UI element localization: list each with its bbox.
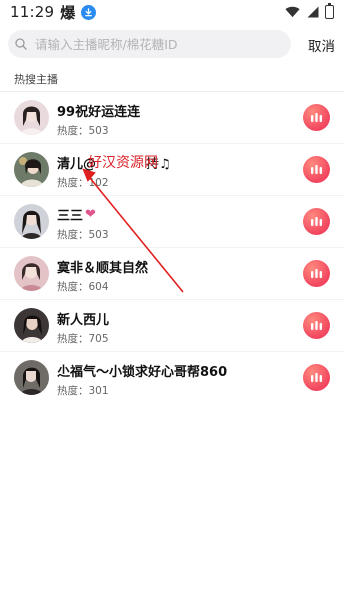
heat-value: 热度：301 bbox=[57, 383, 109, 398]
live-button[interactable] bbox=[303, 312, 330, 339]
search-input[interactable] bbox=[35, 36, 275, 52]
heat-number: 503 bbox=[88, 229, 109, 241]
avatar[interactable] bbox=[14, 256, 49, 291]
heat-value: 热度：503 bbox=[57, 227, 109, 242]
avatar[interactable] bbox=[14, 100, 49, 135]
anchor-row[interactable]: 99祝好运连连 热度：503 bbox=[0, 92, 344, 144]
live-button[interactable] bbox=[303, 364, 330, 391]
heat-number: 604 bbox=[88, 281, 109, 293]
heat-number: 705 bbox=[88, 333, 109, 345]
heat-value: 热度：102 bbox=[57, 175, 109, 190]
live-bars-icon bbox=[311, 269, 322, 278]
search-icon bbox=[15, 35, 27, 54]
anchor-name: 99祝好运连连 bbox=[57, 101, 140, 120]
heat-number: 102 bbox=[88, 177, 109, 189]
watermark-text: 好汉资源网 bbox=[88, 155, 158, 171]
avatar[interactable] bbox=[14, 204, 49, 239]
live-bars-icon bbox=[311, 217, 322, 226]
heat-label: 热度： bbox=[57, 229, 89, 241]
cancel-button[interactable]: 取消 bbox=[308, 35, 335, 55]
anchor-row[interactable]: 三三 ❤ 热度：503 bbox=[0, 196, 344, 248]
heat-label: 热度： bbox=[57, 281, 89, 293]
signal-icon bbox=[306, 3, 319, 22]
section-title: 热搜主播 bbox=[14, 73, 58, 86]
heat-number: 503 bbox=[88, 125, 109, 137]
live-bars-icon bbox=[311, 321, 322, 330]
status-bar: 11:29 爆 bbox=[0, 0, 344, 24]
status-icons bbox=[285, 3, 334, 22]
anchor-name-text: 三三 bbox=[57, 209, 84, 224]
avatar[interactable] bbox=[14, 308, 49, 343]
anchor-name: 尐福气～小锁求好心哥帮860 bbox=[57, 361, 227, 380]
anchor-name-text: 寞非＆顺其自然 bbox=[57, 261, 149, 276]
anchor-row[interactable]: 尐福气～小锁求好心哥帮860 热度：301 bbox=[0, 352, 344, 404]
avatar[interactable] bbox=[14, 152, 49, 187]
status-notification-glyph: 爆 bbox=[60, 3, 76, 22]
anchor-row[interactable]: 清儿@ 持♫ 热度：102 bbox=[0, 144, 344, 196]
heat-value: 热度：705 bbox=[57, 331, 109, 346]
wifi-icon bbox=[285, 3, 300, 22]
search-bar: 取消 bbox=[0, 30, 344, 58]
anchor-name-text: 新人西儿 bbox=[57, 313, 110, 328]
heat-number: 301 bbox=[88, 385, 109, 397]
anchor-name: 三三 ❤ bbox=[57, 205, 96, 224]
heart-icon: ❤ bbox=[85, 207, 96, 222]
live-bars-icon bbox=[311, 165, 322, 174]
live-button[interactable] bbox=[303, 104, 330, 131]
anchor-name-text: 尐福气～小锁求好心哥帮860 bbox=[57, 365, 228, 380]
anchor-name: 寞非＆顺其自然 bbox=[57, 257, 148, 276]
heat-label: 热度： bbox=[57, 125, 89, 137]
live-button[interactable] bbox=[303, 156, 330, 183]
download-icon bbox=[81, 4, 97, 20]
status-time: 11:29 bbox=[10, 3, 55, 21]
anchor-row[interactable]: 新人西儿 热度：705 bbox=[0, 300, 344, 352]
live-button[interactable] bbox=[303, 208, 330, 235]
live-button[interactable] bbox=[303, 260, 330, 287]
heat-value: 热度：503 bbox=[57, 123, 109, 138]
heat-label: 热度： bbox=[57, 385, 89, 397]
live-bars-icon bbox=[311, 373, 322, 382]
anchor-name-text: 99祝好运连连 bbox=[57, 105, 141, 120]
anchor-list: 99祝好运连连 热度：503 清儿@ 持♫ 热度：102 三三 ❤ 热度：503… bbox=[0, 92, 344, 404]
search-page: 11:29 爆 取消 热搜主播 bbox=[0, 0, 344, 612]
battery-icon bbox=[325, 3, 334, 19]
heat-value: 热度：604 bbox=[57, 279, 109, 294]
anchor-name: 新人西儿 bbox=[57, 309, 109, 328]
heat-label: 热度： bbox=[57, 333, 89, 345]
search-box[interactable] bbox=[8, 30, 291, 58]
avatar[interactable] bbox=[14, 360, 49, 395]
anchor-row[interactable]: 寞非＆顺其自然 热度：604 bbox=[0, 248, 344, 300]
live-bars-icon bbox=[311, 113, 322, 122]
heat-label: 热度： bbox=[57, 177, 89, 189]
